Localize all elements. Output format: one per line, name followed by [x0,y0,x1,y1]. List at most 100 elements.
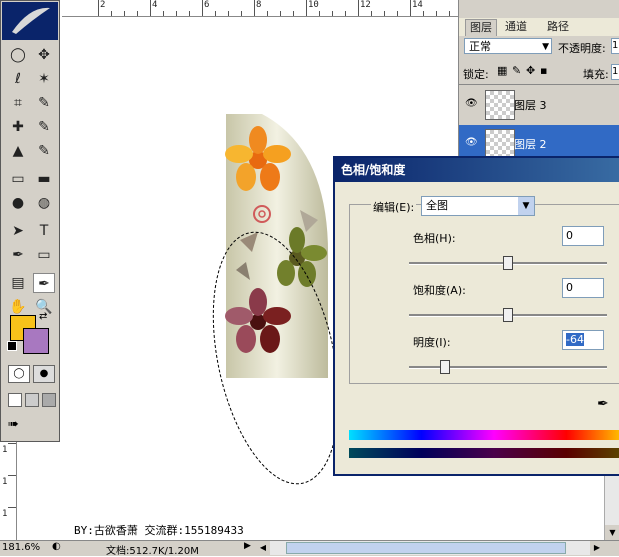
ruler-label: 2 [100,0,106,10]
screen-mode-standard-icon[interactable] [8,393,22,407]
ruler-tick [8,507,16,508]
lock-label: 锁定: [463,68,489,81]
ruler-minor-tick [397,11,398,16]
eyedropper-icon[interactable]: ✒ [597,396,609,412]
edit-select[interactable]: 全图 ▼ [421,196,535,216]
blend-mode-value: 正常 [469,40,491,53]
hue-slider-thumb[interactable] [503,256,513,270]
lock-all-icon[interactable]: ▪ [540,64,547,77]
hand-icon[interactable]: ✋ [7,297,29,317]
scroll-left-arrow[interactable]: ◀ [256,541,270,555]
default-colors-icon[interactable] [7,341,17,351]
brush-icon[interactable]: ✎ [33,117,55,137]
ruler-minor-tick [332,11,333,16]
lasso-icon[interactable]: ℓ [7,69,29,89]
ruler-tick [8,475,16,476]
fill-field[interactable]: 1 [611,64,619,80]
ruler-tick [8,443,16,444]
marquee-icon[interactable]: ◯ [7,45,29,65]
tab-layers[interactable]: 图层 [465,19,497,36]
scroll-thumb[interactable] [286,542,566,554]
ruler-minor-tick [176,11,177,16]
lock-transparent-icon[interactable]: ▦ [497,64,507,77]
fill-label: 填充: [583,68,609,81]
stamp-icon[interactable]: ▲ [7,141,29,161]
hue-input[interactable]: 0 [562,226,604,246]
layer-name: 图层 3 [514,99,547,112]
pen-icon[interactable]: ✒ [7,245,29,265]
dodge-icon[interactable]: ◍ [33,193,55,213]
opacity-field[interactable]: 1 [611,38,619,54]
lightness-input[interactable]: -64 [562,330,604,350]
crop-icon[interactable]: ⌗ [7,93,29,113]
magic-wand-icon[interactable]: ✶ [33,69,55,89]
scroll-right-arrow[interactable]: ▶ [590,541,604,555]
path-select-icon[interactable]: ➤ [7,221,29,241]
background-color-swatch[interactable] [23,328,49,354]
saturation-value: 0 [566,281,573,294]
ruler-minor-tick [163,11,164,16]
ruler-tick [358,0,359,16]
ruler-top: 246810121416 [62,0,502,17]
shape-icon[interactable]: ▭ [33,245,55,265]
ruler-label: 12 [360,0,371,10]
eye-icon[interactable]: 👁 [465,137,478,148]
ruler-tick [254,0,255,16]
ruler-minor-tick [319,11,320,16]
eyedropper-icon[interactable]: ✒ [33,273,55,293]
edit-select-value: 全图 [426,199,448,212]
edit-label: 编辑(E): [371,199,417,215]
standard-mode-icon[interactable]: ◯ [8,365,30,383]
ruler-minor-tick [345,11,346,16]
saturation-slider-thumb[interactable] [503,308,513,322]
ruler-minor-tick [267,11,268,16]
ruler-minor-tick [423,11,424,16]
ruler-label: 6 [204,0,210,10]
output-color-bar [349,448,619,458]
hue-value: 0 [566,229,573,242]
heal-icon[interactable]: ✚ [7,117,29,137]
tab-channels[interactable]: 通道 [501,19,531,35]
screen-mode-full-menu-icon[interactable] [25,393,39,407]
history-brush-icon[interactable]: ✎ [33,141,55,161]
eraser-icon[interactable]: ▭ [7,169,29,189]
layer-row[interactable]: 👁 图层 3 [459,86,619,124]
saturation-input[interactable]: 0 [562,278,604,298]
zoom-level[interactable]: 181.6% [2,542,40,553]
layer-thumbnail [485,129,515,159]
blend-mode-select[interactable]: 正常 ▼ [464,38,552,54]
lightness-slider-thumb[interactable] [439,360,450,374]
saturation-label: 饱和度(A): [413,284,466,297]
scroll-down-arrow[interactable]: ▼ [605,525,619,540]
lock-position-icon[interactable]: ✥ [526,64,535,77]
ruler-label: 1 [2,509,8,519]
slice-icon[interactable]: ✎ [33,93,55,113]
ruler-label: 1 [2,445,8,455]
gradient-icon[interactable]: ▬ [33,169,55,189]
ruler-tick [306,0,307,16]
ruler-minor-tick [241,11,242,16]
blur-icon[interactable]: ● [7,193,29,213]
eye-icon[interactable]: 👁 [465,98,478,109]
screen-mode-full-icon[interactable] [42,393,56,407]
ruler-minor-tick [189,11,190,16]
lock-image-icon[interactable]: ✎ [512,64,521,77]
swap-colors-icon[interactable]: ⇄ [39,311,47,322]
notes-icon[interactable]: ▤ [7,273,29,293]
move-icon[interactable]: ✥ [33,45,55,65]
type-icon[interactable]: T [33,221,55,241]
ruler-minor-tick [228,11,229,16]
tab-paths[interactable]: 路径 [543,19,573,35]
ruler-minor-tick [384,11,385,16]
lightness-label: 明度(I): [413,336,451,349]
horizontal-scrollbar[interactable]: ◀ ▶ [256,541,604,555]
status-arrow-icon[interactable]: ▶ [244,541,251,551]
dialog-title: 色相/饱和度 [335,158,619,182]
layer-thumbnail [485,90,515,120]
ruler-minor-tick [124,11,125,16]
fill-value: 1 [612,66,619,77]
ruler-minor-tick [436,11,437,16]
quickmask-mode-icon[interactable]: ● [33,365,55,383]
jump-to-imageready-icon[interactable]: ➠ [8,417,19,432]
status-menu-icon[interactable]: ◐ [52,541,61,552]
